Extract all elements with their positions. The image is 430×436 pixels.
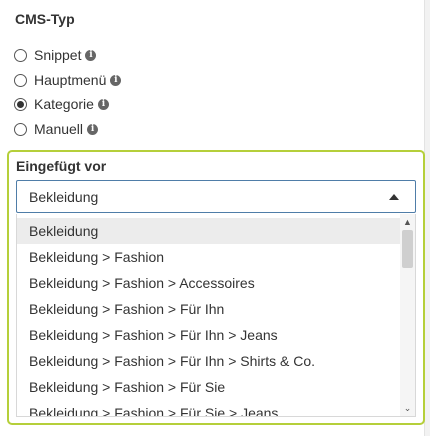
radio-hauptmenue[interactable]: Hauptmenü i — [14, 71, 122, 89]
insert-before-panel: Eingefügt vor Bekleidung Bekleidung Bekl… — [7, 150, 425, 425]
dropdown-option[interactable]: Bekleidung > Fashion — [17, 244, 402, 270]
dropdown-option[interactable]: Bekleidung > Fashion > Für Sie > Jeans — [17, 400, 402, 416]
insert-before-heading: Eingefügt vor — [16, 158, 107, 174]
scroll-up-arrow-icon[interactable]: ▲ — [400, 214, 415, 229]
dropdown-option[interactable]: Bekleidung > Fashion > Für Sie — [17, 374, 402, 400]
dropdown-scrollbar[interactable]: ▲ ⌄ — [400, 214, 415, 416]
cms-type-heading: CMS-Typ — [15, 11, 75, 27]
radio-snippet[interactable]: Snippet i — [14, 46, 97, 64]
scrollbar-thumb[interactable] — [402, 230, 413, 268]
radio-label: Kategorie — [34, 96, 94, 112]
radio-kategorie[interactable]: Kategorie i — [14, 95, 109, 113]
select-value: Bekleidung — [29, 189, 99, 205]
info-icon[interactable]: i — [110, 74, 122, 86]
radio-button-checked[interactable] — [14, 97, 27, 111]
radio-button[interactable] — [14, 122, 27, 136]
info-icon[interactable]: i — [87, 123, 99, 135]
radio-button[interactable] — [14, 73, 27, 87]
radio-label: Hauptmenü — [34, 72, 107, 88]
dropdown-list[interactable]: Bekleidung Bekleidung > Fashion Bekleidu… — [16, 214, 416, 417]
caret-up-icon[interactable] — [389, 194, 399, 200]
scroll-down-arrow-icon[interactable]: ⌄ — [400, 401, 415, 416]
info-icon[interactable]: i — [85, 49, 97, 61]
dropdown-option[interactable]: Bekleidung > Fashion > Für Ihn > Shirts … — [17, 348, 402, 374]
dropdown-option[interactable]: Bekleidung > Fashion > Accessoires — [17, 270, 402, 296]
radio-manuell[interactable]: Manuell i — [14, 120, 99, 138]
radio-button[interactable] — [14, 48, 27, 62]
dropdown-option[interactable]: Bekleidung — [17, 218, 402, 244]
radio-label: Manuell — [34, 121, 84, 137]
insert-before-select[interactable]: Bekleidung — [16, 180, 416, 213]
radio-label: Snippet — [34, 47, 82, 63]
dropdown-option[interactable]: Bekleidung > Fashion > Für Ihn — [17, 296, 402, 322]
dropdown-option[interactable]: Bekleidung > Fashion > Für Ihn > Jeans — [17, 322, 402, 348]
info-icon[interactable]: i — [97, 98, 109, 110]
